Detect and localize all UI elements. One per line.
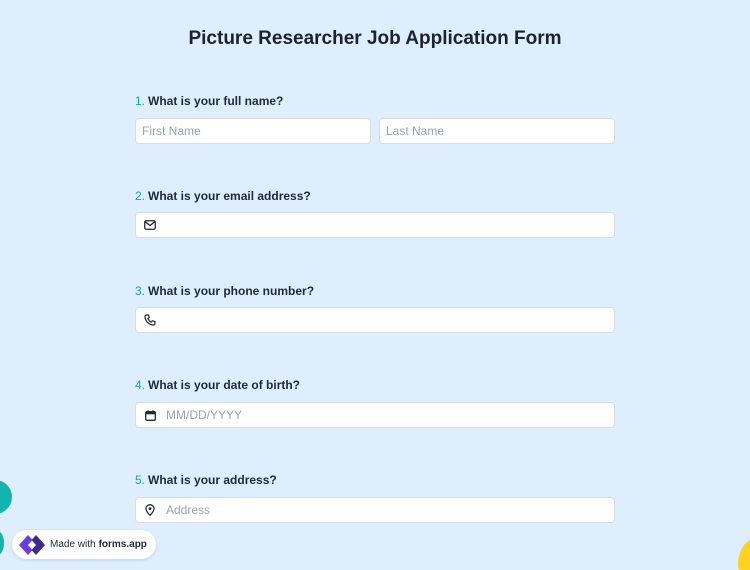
envelope-icon (143, 218, 157, 232)
question-text: What is your full name? (148, 94, 284, 108)
first-name-input[interactable] (136, 124, 370, 138)
last-name-field[interactable] (379, 118, 615, 144)
question-number: 4. (135, 378, 146, 392)
email-input[interactable] (157, 218, 614, 232)
question-text: What is your date of birth? (148, 378, 301, 392)
question-number: 3. (135, 284, 146, 298)
address-field[interactable] (135, 497, 615, 523)
question-full-name: 1. What is your full name? (135, 93, 615, 144)
question-label: 4. What is your date of birth? (135, 377, 615, 393)
question-email: 2. What is your email address? (135, 188, 615, 238)
question-label: 5. What is your address? (135, 472, 615, 488)
phone-input[interactable] (157, 313, 614, 327)
question-text: What is your email address? (148, 189, 311, 203)
question-number: 1. (135, 94, 146, 108)
location-pin-icon (143, 503, 157, 517)
phone-field[interactable] (135, 307, 615, 333)
badge-brand: forms.app (98, 539, 147, 550)
date-of-birth-input[interactable] (157, 408, 614, 422)
question-text: What is your address? (148, 473, 277, 487)
decorative-teal-blob (0, 480, 12, 514)
date-of-birth-field[interactable] (135, 402, 615, 428)
question-address: 5. What is your address? (135, 472, 615, 523)
last-name-input[interactable] (380, 124, 614, 138)
question-number: 5. (135, 473, 146, 487)
badge-prefix: Made with (50, 539, 96, 550)
email-field[interactable] (135, 212, 615, 238)
decorative-teal-blob-small (0, 530, 4, 556)
question-label: 2. What is your email address? (135, 188, 615, 204)
question-date-of-birth: 4. What is your date of birth? (135, 377, 615, 428)
made-with-forms-app-badge[interactable]: Made with forms.app (12, 530, 156, 559)
first-name-field[interactable] (135, 118, 371, 144)
decorative-yellow-blob (738, 538, 750, 570)
question-label: 3. What is your phone number? (135, 283, 615, 299)
form-title: Picture Researcher Job Application Form (188, 28, 562, 49)
question-phone: 3. What is your phone number? (135, 283, 615, 333)
forms-app-logo (18, 534, 46, 556)
question-label: 1. What is your full name? (135, 93, 615, 109)
question-number: 2. (135, 189, 146, 203)
question-text: What is your phone number? (148, 284, 315, 298)
calendar-icon (143, 408, 157, 422)
form-page: Picture Researcher Job Application Form … (0, 0, 750, 570)
address-input[interactable] (157, 503, 614, 517)
phone-icon (143, 313, 157, 327)
